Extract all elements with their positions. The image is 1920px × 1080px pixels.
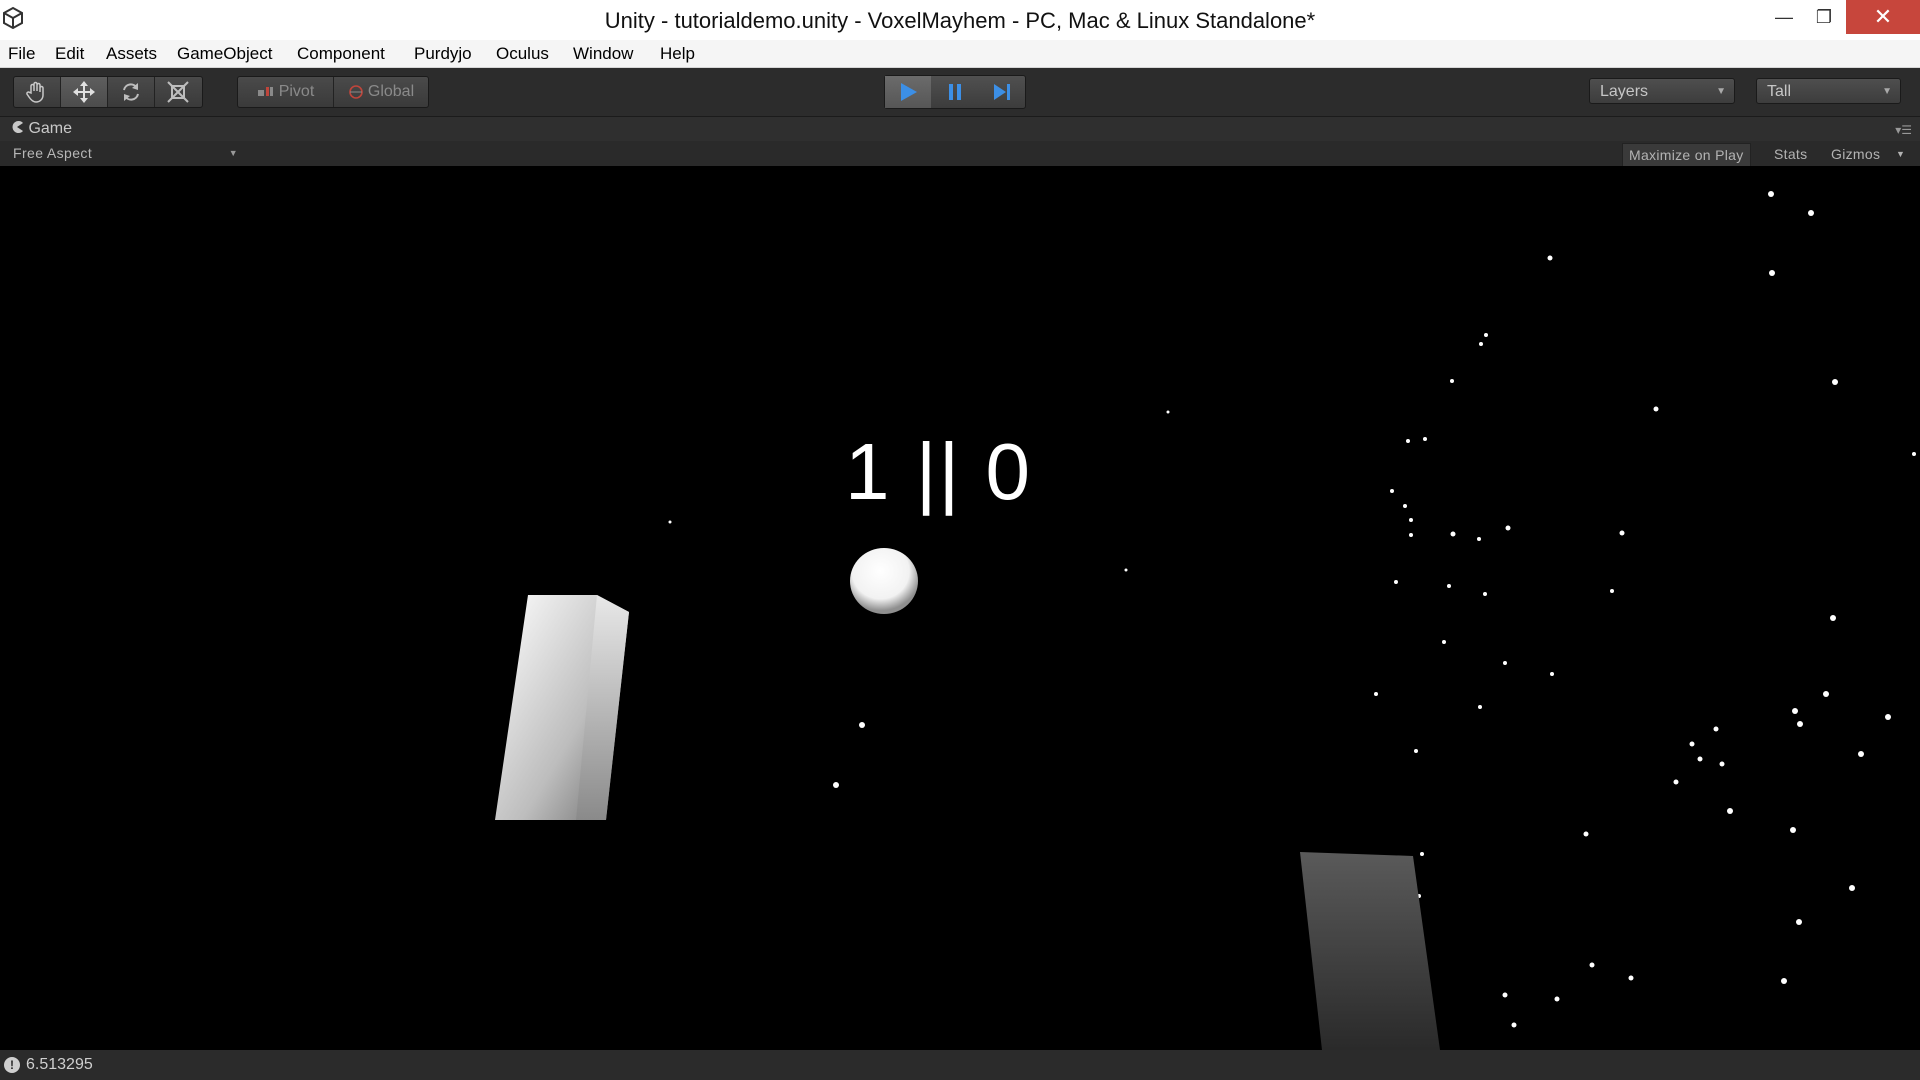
restore-button[interactable]: ❐ xyxy=(1800,0,1848,34)
step-button[interactable] xyxy=(979,76,1025,108)
star-field xyxy=(668,191,1916,1028)
chevron-down-icon: ▼ xyxy=(1882,86,1892,97)
aspect-label: Free Aspect xyxy=(13,145,93,161)
chevron-down-icon: ▼ xyxy=(228,148,238,158)
step-forward-icon xyxy=(994,84,1010,100)
maximize-on-play-toggle[interactable]: Maximize on Play xyxy=(1622,143,1751,167)
info-icon: ! xyxy=(4,1057,20,1073)
status-bar: ! 6.513295 xyxy=(0,1050,1920,1080)
pivot-icon xyxy=(257,87,273,96)
transform-tools xyxy=(13,76,203,108)
chevron-down-icon[interactable]: ▼ xyxy=(1896,143,1905,165)
play-icon xyxy=(901,83,917,101)
menu-file[interactable]: File xyxy=(8,40,35,67)
global-toggle-button[interactable]: Global xyxy=(334,77,428,107)
layout-label: Tall xyxy=(1767,83,1792,100)
game-scene xyxy=(495,191,1916,1050)
score-display: 1 || 0 xyxy=(845,427,1032,516)
gizmos-dropdown[interactable]: Gizmos xyxy=(1831,143,1880,165)
left-paddle xyxy=(495,595,629,820)
pause-icon xyxy=(949,84,961,100)
layers-dropdown[interactable]: Layers ▼ xyxy=(1589,78,1735,104)
tab-game-label: Game xyxy=(28,120,73,137)
game-panel-header: Game ▾☰ xyxy=(0,117,1920,141)
menu-gameobject[interactable]: GameObject xyxy=(177,40,272,67)
ball xyxy=(850,548,918,614)
tab-game[interactable]: Game xyxy=(10,117,72,141)
console-message[interactable]: 6.513295 xyxy=(26,1050,93,1080)
play-button[interactable] xyxy=(885,76,931,108)
pivot-toggle-button[interactable]: Pivot xyxy=(238,77,334,107)
window-title: Unity - tutorialdemo.unity - VoxelMayhem… xyxy=(604,8,1316,33)
aspect-dropdown[interactable]: Free Aspect ▼ xyxy=(0,141,244,166)
menu-edit[interactable]: Edit xyxy=(55,40,84,67)
game-view-toolbar: Free Aspect ▼ Maximize on Play Stats Giz… xyxy=(0,141,1920,167)
move-tool-button[interactable] xyxy=(61,77,108,107)
layers-label: Layers xyxy=(1600,83,1649,100)
pause-button[interactable] xyxy=(932,76,978,108)
panel-menu-icon[interactable]: ▾☰ xyxy=(1895,123,1912,137)
hand-tool-button[interactable] xyxy=(14,77,61,107)
pivot-label: Pivot xyxy=(278,83,315,100)
toolbar: Pivot Global Layers ▼ Tall ▼ xyxy=(0,68,1920,117)
stats-toggle[interactable]: Stats xyxy=(1774,143,1807,165)
pacman-game-icon xyxy=(12,121,23,133)
menu-help[interactable]: Help xyxy=(660,40,695,67)
play-controls xyxy=(884,75,1026,109)
right-paddle xyxy=(1300,852,1440,1050)
menu-oculus[interactable]: Oculus xyxy=(496,40,549,67)
menu-purdyjo[interactable]: Purdyjo xyxy=(414,40,472,67)
layout-dropdown[interactable]: Tall ▼ xyxy=(1756,78,1901,104)
menu-window[interactable]: Window xyxy=(573,40,633,67)
scale-tool-button[interactable] xyxy=(155,77,201,107)
scale-icon xyxy=(167,81,189,103)
chevron-down-icon: ▼ xyxy=(1716,86,1726,97)
rotate-icon xyxy=(123,83,139,101)
rotate-tool-button[interactable] xyxy=(108,77,155,107)
pivot-toggle-group: Pivot Global xyxy=(237,76,429,108)
menu-assets[interactable]: Assets xyxy=(106,40,157,67)
globe-icon xyxy=(349,85,363,99)
close-button[interactable]: ✕ xyxy=(1846,0,1920,34)
menu-component[interactable]: Component xyxy=(297,40,385,67)
move-arrows-icon xyxy=(73,81,95,103)
game-viewport[interactable]: 1 || 0 xyxy=(0,166,1920,1050)
menu-bar: File Edit Assets GameObject Component Pu… xyxy=(0,40,1920,68)
global-label: Global xyxy=(367,83,415,100)
hand-icon xyxy=(26,81,44,103)
title-bar: Unity - tutorialdemo.unity - VoxelMayhem… xyxy=(0,0,1920,40)
